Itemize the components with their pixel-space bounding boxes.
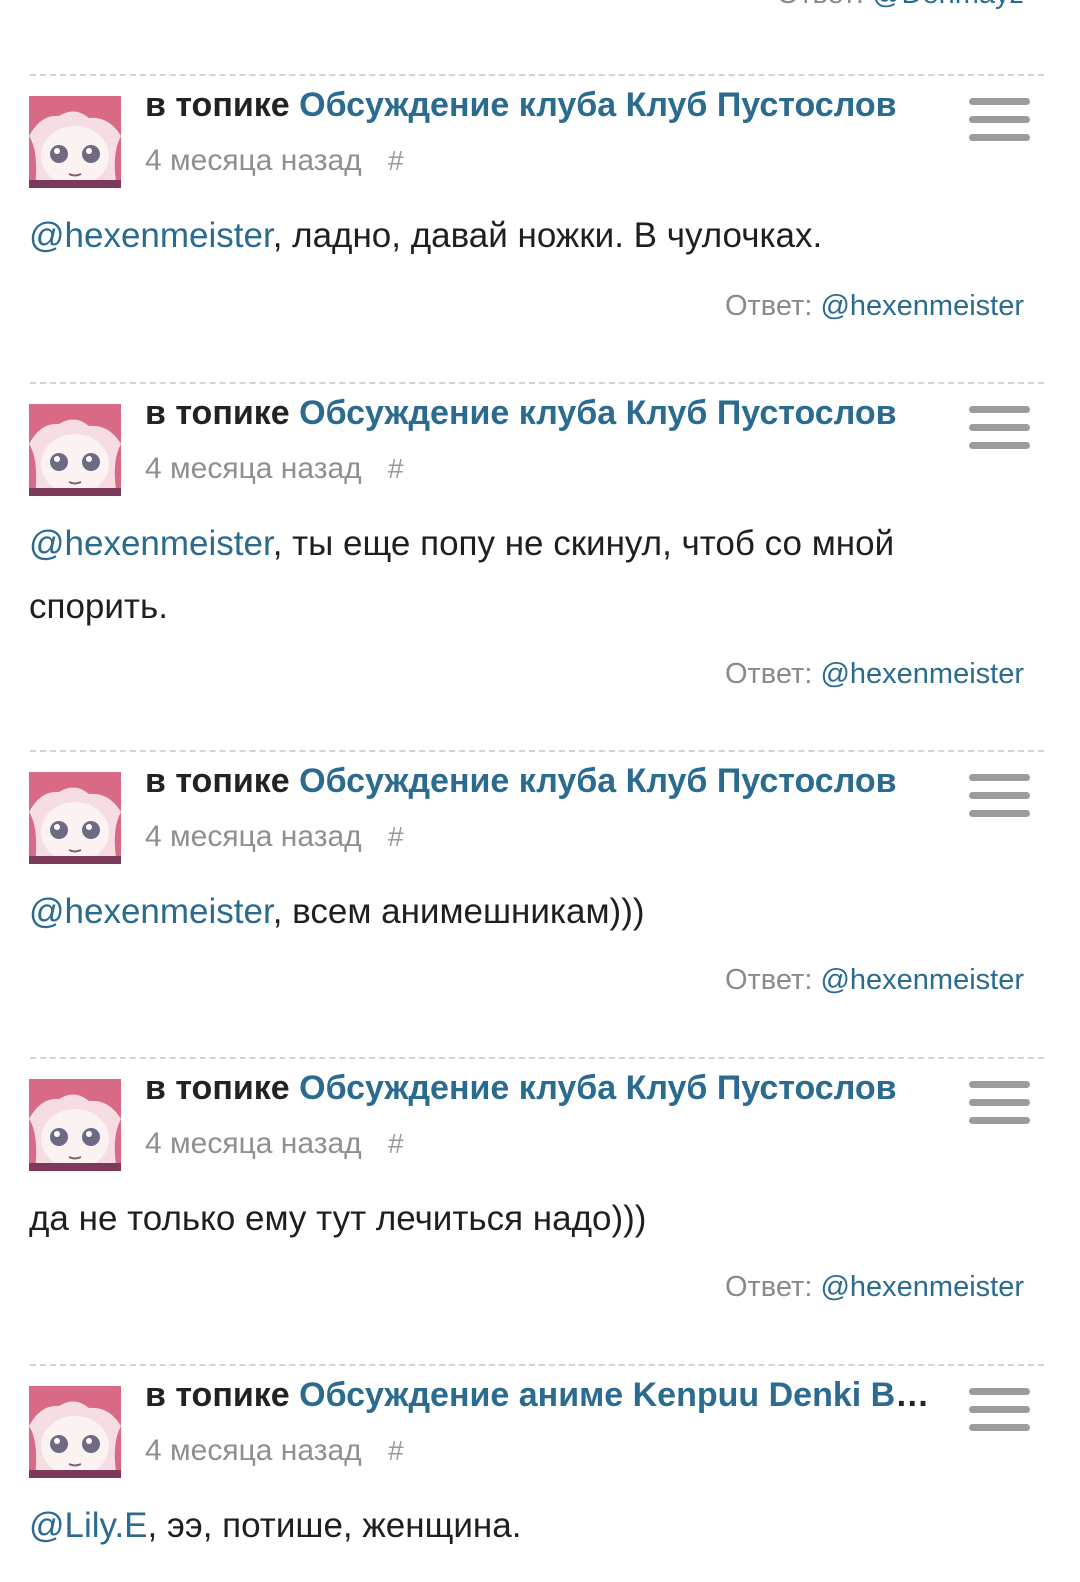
timestamp: 4 месяца назад bbox=[145, 144, 362, 177]
reply-line: Ответ: @hexenmeister bbox=[725, 1271, 1024, 1304]
avatar-image bbox=[29, 404, 121, 496]
reply-mention-link[interactable]: @hexenmeister bbox=[820, 290, 1024, 322]
menu-icon-bar bbox=[969, 1406, 1030, 1413]
timestamp: 4 месяца назад bbox=[145, 1127, 362, 1160]
permalink-hash[interactable]: # bbox=[388, 1128, 404, 1159]
comment-item: в топике Обсуждение аниме Kenpuu Denki B… bbox=[0, 1364, 1080, 1582]
menu-icon-bar bbox=[969, 406, 1030, 413]
topic-link[interactable]: Обсуждение клуба Клуб Пустослов bbox=[299, 1069, 896, 1107]
reply-mention-link[interactable]: @hexenmeister bbox=[820, 1271, 1024, 1303]
post-menu-button[interactable] bbox=[969, 1081, 1030, 1125]
topic-prefix: в топике bbox=[145, 394, 290, 432]
timestamp: 4 месяца назад bbox=[145, 820, 362, 853]
permalink-hash[interactable]: # bbox=[388, 1435, 404, 1466]
menu-icon-bar bbox=[969, 442, 1030, 449]
avatar[interactable] bbox=[29, 772, 121, 864]
reply-label: Ответ: bbox=[724, 290, 813, 322]
mention-link[interactable]: @hexenmeister bbox=[29, 216, 273, 255]
avatar-image bbox=[29, 1386, 121, 1478]
permalink-hash[interactable]: # bbox=[388, 145, 404, 176]
topic-prefix: в топике bbox=[145, 762, 290, 800]
menu-icon-bar bbox=[969, 1081, 1030, 1088]
comment-item: в топике Обсуждение клуба Клуб Пустослов… bbox=[0, 750, 1080, 1058]
comment-text: да не только ему тут лечиться надо))) bbox=[29, 1187, 1029, 1250]
comment-meta: 4 месяца назад # bbox=[145, 452, 404, 486]
divider bbox=[30, 750, 1044, 752]
comment-feed: Ответ: @Denmayz в топике Обсуждение клуб… bbox=[0, 0, 1080, 1582]
menu-icon-bar bbox=[969, 1117, 1030, 1124]
post-menu-button[interactable] bbox=[969, 406, 1030, 450]
avatar-image bbox=[29, 96, 121, 188]
divider bbox=[30, 74, 1044, 76]
menu-icon-bar bbox=[969, 424, 1030, 431]
topic-prefix: в топике bbox=[145, 1069, 290, 1107]
topic-link[interactable]: Обсуждение клуба Клуб Пустослов bbox=[299, 762, 896, 800]
comment-body: , всем анимешникам))) bbox=[272, 892, 645, 931]
menu-icon-bar bbox=[969, 1388, 1030, 1395]
menu-icon-bar bbox=[969, 774, 1030, 781]
menu-icon-bar bbox=[969, 98, 1030, 105]
topic-link[interactable]: Обсуждение аниме Kenpuu Denki Berserk bbox=[299, 1376, 935, 1414]
mention-link[interactable]: @Lily.E bbox=[29, 1506, 148, 1545]
menu-icon-bar bbox=[969, 810, 1030, 817]
menu-icon-bar bbox=[969, 792, 1030, 799]
menu-icon-bar bbox=[969, 1424, 1030, 1431]
avatar-image bbox=[29, 772, 121, 864]
comment-header: в топике Обсуждение клуба Клуб Пустослов bbox=[145, 394, 935, 433]
reply-label: Ответ: bbox=[724, 964, 813, 996]
permalink-hash[interactable]: # bbox=[388, 453, 404, 484]
comment-text: @hexenmeister, ладно, давай ножки. В чул… bbox=[29, 204, 1029, 267]
avatar[interactable] bbox=[29, 1386, 121, 1478]
mention-link[interactable]: @hexenmeister bbox=[29, 524, 273, 563]
divider bbox=[30, 382, 1044, 384]
comment-body: , ладно, давай ножки. В чулочках. bbox=[272, 216, 823, 255]
reply-label: Ответ: bbox=[724, 658, 813, 690]
reply-line: Ответ: @hexenmeister bbox=[725, 964, 1024, 997]
permalink-hash[interactable]: # bbox=[388, 821, 404, 852]
reply-line: Ответ: @hexenmeister bbox=[725, 290, 1024, 323]
comment-header: в топике Обсуждение клуба Клуб Пустослов bbox=[145, 86, 935, 125]
comment-item: в топике Обсуждение клуба Клуб Пустослов… bbox=[0, 74, 1080, 382]
avatar[interactable] bbox=[29, 404, 121, 496]
reply-mention-link[interactable]: @hexenmeister bbox=[820, 658, 1024, 690]
topic-prefix: в топике bbox=[145, 1376, 290, 1414]
post-menu-button[interactable] bbox=[969, 1388, 1030, 1432]
divider bbox=[30, 1364, 1044, 1366]
comment-text: @Lily.E, ээ, потише, женщина. bbox=[29, 1494, 1029, 1557]
avatar-image bbox=[29, 1079, 121, 1171]
reply-line: Ответ: @Denmayz bbox=[777, 0, 1024, 11]
comment-header: в топике Обсуждение клуба Клуб Пустослов bbox=[145, 1069, 935, 1108]
avatar[interactable] bbox=[29, 1079, 121, 1171]
topic-link[interactable]: Обсуждение клуба Клуб Пустослов bbox=[299, 394, 896, 432]
comment-body: да не только ему тут лечиться надо))) bbox=[29, 1199, 647, 1238]
menu-icon-bar bbox=[969, 116, 1030, 123]
comment-header: в топике Обсуждение аниме Kenpuu Denki B… bbox=[145, 1376, 935, 1415]
reply-label: Ответ: bbox=[777, 0, 864, 10]
timestamp: 4 месяца назад bbox=[145, 452, 362, 485]
reply-mention-link[interactable]: @Denmayz bbox=[872, 0, 1024, 10]
reply-mention-link[interactable]: @hexenmeister bbox=[820, 964, 1024, 996]
comment-header: в топике Обсуждение клуба Клуб Пустослов bbox=[145, 762, 935, 801]
comment-text: @hexenmeister, ты еще попу не скинул, чт… bbox=[29, 512, 1029, 638]
topic-prefix: в топике bbox=[145, 86, 290, 124]
comment-item: в топике Обсуждение клуба Клуб Пустослов… bbox=[0, 1057, 1080, 1365]
comment-meta: 4 месяца назад # bbox=[145, 1127, 404, 1161]
comment-text: @hexenmeister, всем анимешникам))) bbox=[29, 880, 1029, 943]
comment-meta: 4 месяца назад # bbox=[145, 820, 404, 854]
post-menu-button[interactable] bbox=[969, 98, 1030, 142]
reply-label: Ответ: bbox=[724, 1271, 813, 1303]
comment-body: , ээ, потише, женщина. bbox=[147, 1506, 522, 1545]
menu-icon-bar bbox=[969, 1099, 1030, 1106]
topic-link[interactable]: Обсуждение клуба Клуб Пустослов bbox=[299, 86, 896, 124]
reply-line: Ответ: @hexenmeister bbox=[725, 658, 1024, 691]
comment-item: в топике Обсуждение клуба Клуб Пустослов… bbox=[0, 382, 1080, 752]
comment-meta: 4 месяца назад # bbox=[145, 1434, 404, 1468]
divider bbox=[30, 1057, 1044, 1059]
menu-icon-bar bbox=[969, 134, 1030, 141]
post-menu-button[interactable] bbox=[969, 774, 1030, 818]
mention-link[interactable]: @hexenmeister bbox=[29, 892, 273, 931]
timestamp: 4 месяца назад bbox=[145, 1434, 362, 1467]
comment-meta: 4 месяца назад # bbox=[145, 144, 404, 178]
avatar[interactable] bbox=[29, 96, 121, 188]
